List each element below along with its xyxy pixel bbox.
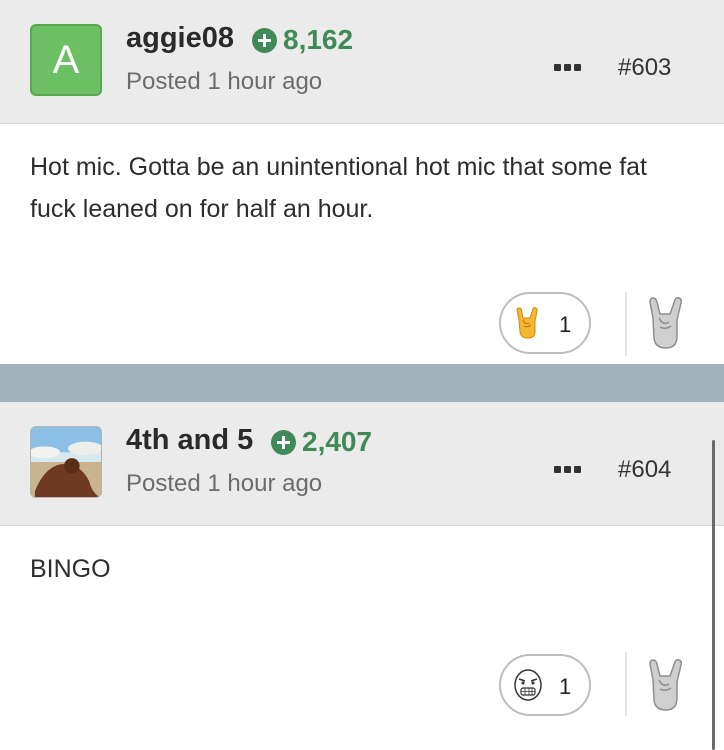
reputation: 2,407 bbox=[271, 426, 372, 458]
reputation: 8,162 bbox=[252, 24, 353, 56]
post-body: BINGO bbox=[30, 555, 111, 583]
post-header: A aggie08 8,162 Posted 1 hour ago #603 bbox=[0, 0, 724, 124]
reaction-button[interactable]: 1 bbox=[499, 654, 591, 716]
plus-circle-icon bbox=[252, 27, 277, 53]
post-header: 4th and 5 2,407 Posted 1 hour ago #604 bbox=[0, 402, 724, 526]
avatar[interactable]: A bbox=[30, 24, 102, 96]
divider bbox=[625, 292, 627, 356]
post-603: A aggie08 8,162 Posted 1 hour ago #603 H… bbox=[0, 0, 724, 364]
post-number-link[interactable]: #604 bbox=[618, 456, 671, 484]
username[interactable]: aggie08 bbox=[126, 22, 234, 55]
scrollbar[interactable] bbox=[712, 440, 715, 750]
post-body: Hot mic. Gotta be an unintentional hot m… bbox=[30, 153, 647, 223]
more-options-icon[interactable] bbox=[554, 466, 584, 474]
more-options-icon[interactable] bbox=[554, 64, 584, 72]
post-604: 4th and 5 2,407 Posted 1 hour ago #604 B… bbox=[0, 402, 724, 750]
rock-on-hand-icon[interactable] bbox=[645, 658, 687, 714]
posted-time: Posted 1 hour ago bbox=[126, 68, 323, 95]
reputation-value: 8,162 bbox=[283, 24, 354, 55]
rock-on-hand-icon[interactable] bbox=[645, 296, 687, 352]
divider bbox=[625, 652, 627, 716]
reaction-count: 1 bbox=[559, 674, 572, 699]
rock-on-hand-emoji-icon bbox=[516, 307, 538, 339]
plus-circle-icon bbox=[271, 429, 296, 455]
rage-face-emoji-icon bbox=[514, 669, 542, 701]
reaction-count: 1 bbox=[559, 312, 572, 337]
posted-time: Posted 1 hour ago bbox=[126, 470, 323, 497]
post-number-link[interactable]: #603 bbox=[618, 54, 671, 82]
beach-photo-avatar-icon[interactable] bbox=[30, 426, 102, 498]
reaction-button[interactable]: 1 bbox=[499, 292, 591, 354]
username[interactable]: 4th and 5 bbox=[126, 424, 253, 457]
reputation-value: 2,407 bbox=[302, 426, 373, 457]
